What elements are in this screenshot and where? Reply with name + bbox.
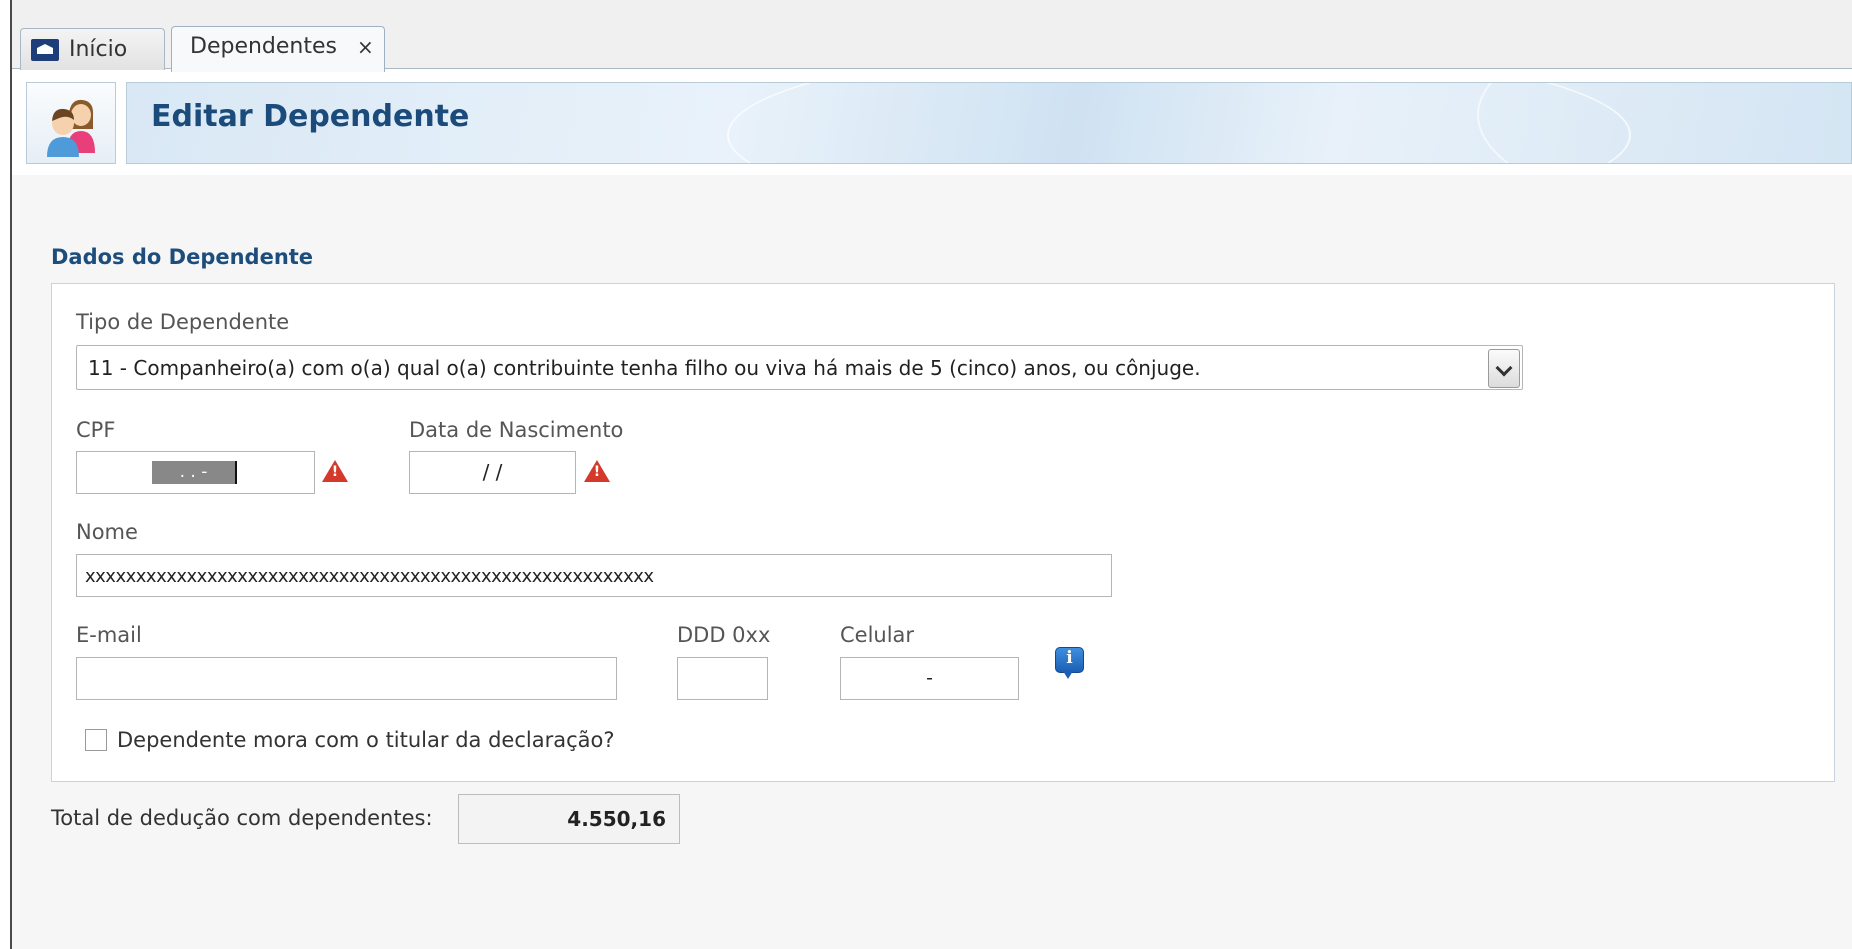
- info-icon[interactable]: i: [1055, 647, 1084, 680]
- section-title: Dados do Dependente: [51, 245, 314, 269]
- tab-dependentes-label: Dependentes: [190, 34, 337, 59]
- page-header-banner: Editar Dependente: [126, 82, 1852, 164]
- tipo-dependente-select[interactable]: 11 - Companheiro(a) com o(a) qual o(a) c…: [76, 345, 1523, 390]
- cpf-mask: . . -: [152, 461, 237, 484]
- page-title: Editar Dependente: [151, 99, 470, 134]
- ddd-label: DDD 0xx: [677, 623, 771, 647]
- mora-checkbox[interactable]: [85, 729, 107, 751]
- total-deducao-value: 4.550,16: [458, 794, 680, 844]
- cpf-input[interactable]: . . -: [76, 451, 315, 494]
- data-nascimento-label: Data de Nascimento: [409, 418, 624, 442]
- tab-inicio-label: Início: [69, 37, 128, 62]
- tipo-dependente-label: Tipo de Dependente: [76, 310, 290, 334]
- warning-icon: [584, 460, 610, 482]
- nome-label: Nome: [76, 520, 138, 544]
- tab-dependentes[interactable]: Dependentes ×: [171, 26, 385, 72]
- mora-checkbox-label[interactable]: Dependente mora com o titular da declara…: [117, 728, 614, 752]
- top-strip: [12, 0, 1852, 12]
- nome-value: xxxxxxxxxxxxxxxxxxxxxxxxxxxxxxxxxxxxxxxx…: [85, 566, 654, 587]
- tipo-dependente-value: 11 - Companheiro(a) com o(a) qual o(a) c…: [88, 356, 1201, 380]
- total-deducao-label: Total de dedução com dependentes:: [51, 806, 433, 830]
- cpf-label: CPF: [76, 418, 116, 442]
- people-icon: [26, 82, 116, 164]
- email-label: E-mail: [76, 623, 142, 647]
- email-input[interactable]: [76, 657, 617, 700]
- home-icon: [31, 39, 59, 61]
- chevron-down-icon[interactable]: [1488, 349, 1520, 388]
- celular-input[interactable]: -: [840, 657, 1019, 700]
- close-tab-icon[interactable]: ×: [357, 27, 374, 67]
- celular-label: Celular: [840, 623, 915, 647]
- info-glyph: i: [1066, 648, 1073, 668]
- people-icon-graphic: [47, 99, 95, 157]
- ddd-input[interactable]: [677, 657, 768, 700]
- info-bubble-tail: [1063, 671, 1073, 679]
- data-nascimento-input[interactable]: / /: [409, 451, 576, 494]
- tab-inicio[interactable]: Início: [20, 28, 165, 70]
- nome-input[interactable]: xxxxxxxxxxxxxxxxxxxxxxxxxxxxxxxxxxxxxxxx…: [76, 554, 1112, 597]
- banner-decoration-2: [1477, 83, 1851, 163]
- tab-bar: Início Dependentes ×: [12, 12, 1852, 72]
- warning-icon: [322, 460, 348, 482]
- window-left-edge: [0, 0, 12, 949]
